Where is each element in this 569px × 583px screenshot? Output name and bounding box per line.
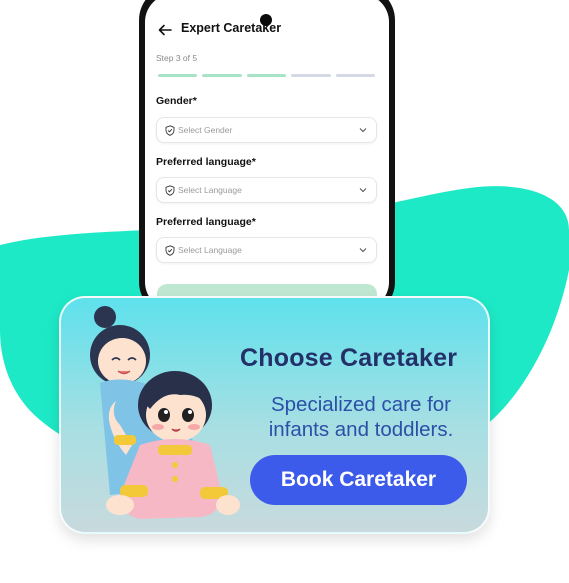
kids-illustration <box>90 306 240 519</box>
language-select-1[interactable]: Select Language <box>156 177 377 203</box>
shield-check-icon <box>165 125 175 136</box>
promo-subtitle: Specialized care for infants and toddler… <box>245 392 477 442</box>
progress-segment-3 <box>246 74 287 77</box>
progress-segment-1 <box>158 74 198 77</box>
gender-select[interactable]: Select Gender <box>156 117 377 143</box>
progress-segment-5 <box>335 74 376 77</box>
phone-screen: Expert Caretaker Step 3 of 5 Gender* Sel… <box>145 0 389 310</box>
chevron-down-icon <box>359 248 367 253</box>
book-caretaker-button[interactable]: Book Caretaker <box>250 455 467 505</box>
chevron-down-icon <box>359 188 367 193</box>
language-label-2: Preferred language* <box>156 216 256 228</box>
shield-check-icon <box>165 185 175 196</box>
front-camera <box>260 14 272 26</box>
back-arrow-icon[interactable] <box>157 22 173 38</box>
shield-check-icon <box>165 245 175 256</box>
promo-subtitle-line-1: Specialized care for <box>270 393 452 416</box>
progress-segment-2 <box>202 74 242 77</box>
gender-label: Gender* <box>156 95 197 107</box>
language-placeholder-1: Select Language <box>178 185 242 195</box>
language-placeholder-2: Select Language <box>178 245 242 255</box>
language-select-2[interactable]: Select Language <box>156 237 377 263</box>
step-indicator: Step 3 of 5 <box>156 53 198 63</box>
promo-subtitle-line-2: infants and toddlers. <box>268 418 454 441</box>
step-progress-bar <box>158 74 376 77</box>
promo-title: Choose Caretaker <box>240 344 458 372</box>
progress-segment-4 <box>291 74 331 77</box>
chevron-down-icon <box>359 128 367 133</box>
language-label-1: Preferred language* <box>156 156 256 168</box>
gender-placeholder: Select Gender <box>178 125 233 135</box>
